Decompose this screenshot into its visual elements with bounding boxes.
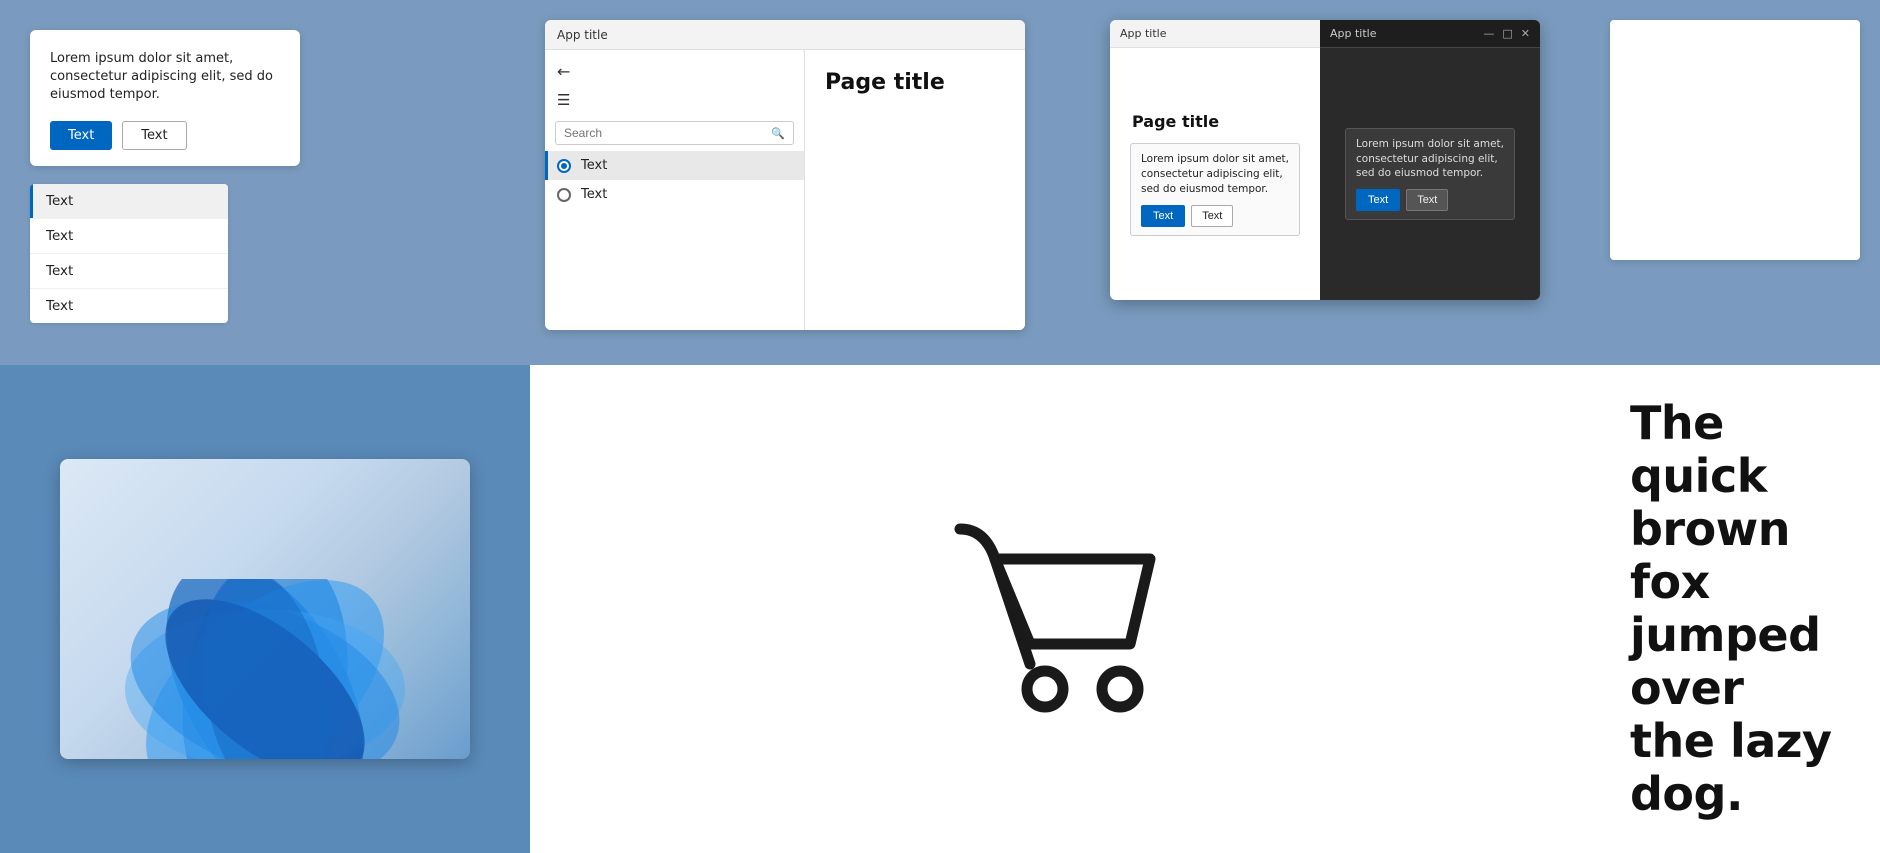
app-title: App title xyxy=(557,28,1013,42)
page-title-light: Page title xyxy=(1132,112,1219,131)
title-dark: App title xyxy=(1330,27,1377,40)
cell-quote: The quick brown fox jumped over the lazy… xyxy=(1590,365,1880,853)
tooltip-text-light: Lorem ipsum dolor sit amet, consectetur … xyxy=(1141,152,1289,196)
tooltip-light: Lorem ipsum dolor sit amet, consectetur … xyxy=(1130,143,1300,235)
cell-browser-preview xyxy=(0,365,530,853)
search-input[interactable] xyxy=(564,126,765,140)
cell-top-middle: App title ← ☰ 🔍 Text Text xyxy=(530,0,1060,365)
cell-white-card xyxy=(1590,0,1880,365)
tooltip-text-dark: Lorem ipsum dolor sit amet, consectetur … xyxy=(1356,137,1504,181)
split-window: App title Page title Lorem ipsum dolor s… xyxy=(1110,20,1540,300)
search-icon: 🔍 xyxy=(771,127,785,140)
titlebar-light: App title xyxy=(1110,20,1320,48)
window-controls: — □ ✕ xyxy=(1483,27,1530,40)
dialog-box: Lorem ipsum dolor sit amet, consectetur … xyxy=(30,30,300,166)
tooltip-buttons-light: Text Text xyxy=(1141,205,1289,227)
list-item[interactable]: Text xyxy=(30,254,228,289)
list-box: Text Text Text Text xyxy=(30,184,228,323)
app-window: App title ← ☰ 🔍 Text Text xyxy=(545,20,1025,330)
cell-shopping-cart xyxy=(530,365,1590,853)
content-light: Page title Lorem ipsum dolor sit amet, c… xyxy=(1110,48,1320,300)
hamburger-icon[interactable]: ☰ xyxy=(545,85,804,115)
tooltip-secondary-btn-light[interactable]: Text xyxy=(1191,205,1233,227)
dialog-primary-button[interactable]: Text xyxy=(50,121,112,150)
app-content: Page title xyxy=(805,50,1025,330)
dialog-secondary-button[interactable]: Text xyxy=(122,121,186,150)
title-light: App title xyxy=(1120,27,1167,40)
search-container: 🔍 xyxy=(555,121,794,145)
cart-container xyxy=(930,479,1190,739)
titlebar-dark: App title — □ ✕ xyxy=(1320,20,1540,48)
nav-label-1: Text xyxy=(581,158,607,173)
white-card xyxy=(1610,20,1860,260)
close-icon[interactable]: ✕ xyxy=(1521,27,1530,40)
nav-label-2: Text xyxy=(581,187,607,202)
dialog-text: Lorem ipsum dolor sit amet, consectetur … xyxy=(50,50,280,105)
app-body: ← ☰ 🔍 Text Text Page xyxy=(545,50,1025,330)
list-item[interactable]: Text xyxy=(30,184,228,219)
nav-item-1[interactable]: Text xyxy=(545,151,804,180)
split-dark-panel: App title — □ ✕ Lorem ipsum dolor sit am… xyxy=(1320,20,1540,300)
list-item[interactable]: Text xyxy=(30,289,228,323)
back-button[interactable]: ← xyxy=(545,58,804,85)
tooltip-dark: Lorem ipsum dolor sit amet, consectetur … xyxy=(1345,128,1515,220)
shopping-cart-icon xyxy=(930,479,1190,739)
tooltip-secondary-btn-dark[interactable]: Text xyxy=(1406,189,1448,211)
app-sidebar: ← ☰ 🔍 Text Text xyxy=(545,50,805,330)
tooltip-primary-btn-dark[interactable]: Text xyxy=(1356,189,1400,211)
page-title: Page title xyxy=(825,70,945,95)
minimize-icon[interactable]: — xyxy=(1483,27,1494,40)
browser-preview xyxy=(60,459,470,759)
tooltip-buttons-dark: Text Text xyxy=(1356,189,1504,211)
cell-top-left: Lorem ipsum dolor sit amet, consectetur … xyxy=(0,0,530,365)
tooltip-primary-btn-light[interactable]: Text xyxy=(1141,205,1185,227)
radio-filled-icon xyxy=(557,159,571,173)
quote-text: The quick brown fox jumped over the lazy… xyxy=(1630,397,1840,820)
maximize-icon[interactable]: □ xyxy=(1502,27,1512,40)
radio-empty-icon xyxy=(557,188,571,202)
split-light-panel: App title Page title Lorem ipsum dolor s… xyxy=(1110,20,1320,300)
content-dark: Lorem ipsum dolor sit amet, consectetur … xyxy=(1320,48,1540,300)
list-item[interactable]: Text xyxy=(30,219,228,254)
windows-bloom-icon xyxy=(95,579,435,759)
app-titlebar: App title xyxy=(545,20,1025,50)
cell-split-dialog: App title Page title Lorem ipsum dolor s… xyxy=(1060,0,1590,365)
nav-item-2[interactable]: Text xyxy=(545,180,804,209)
dialog-buttons: Text Text xyxy=(50,121,280,150)
